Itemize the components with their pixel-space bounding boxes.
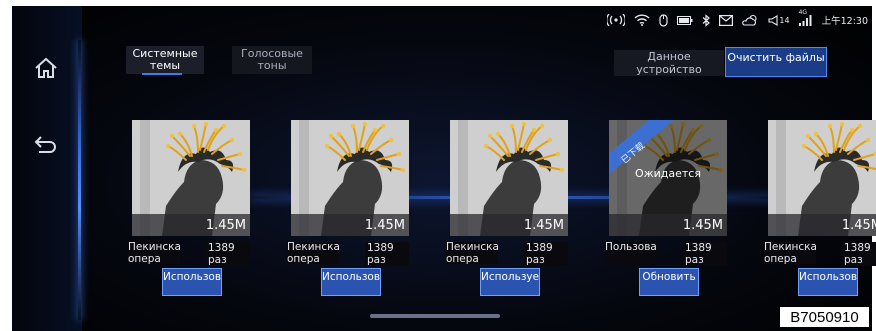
theme-name: Пекинская опера bbox=[764, 242, 816, 264]
frame-top bbox=[0, 0, 876, 6]
battery-icon bbox=[677, 15, 693, 25]
weather-icon bbox=[742, 14, 757, 26]
theme-manager-screen: 14 4G 上午12:30 Системные темы Голосовые т… bbox=[0, 0, 876, 331]
tab-label: Системные темы bbox=[132, 47, 198, 72]
back-icon bbox=[34, 136, 56, 153]
message-icon bbox=[719, 14, 734, 26]
theme-thumbnail: 1.45M bbox=[291, 120, 409, 236]
usage-count: 1389 раз bbox=[524, 242, 568, 266]
theme-thumbnail: 1.45M 已下载 Ожидается bbox=[609, 120, 727, 236]
volume-indicator: 14 bbox=[768, 14, 790, 26]
wifi-icon bbox=[634, 14, 650, 26]
theme-name: Пекинская опера bbox=[287, 242, 339, 264]
back-button[interactable] bbox=[28, 126, 64, 162]
theme-size: 1.45M bbox=[841, 218, 876, 233]
theme-size: 1.45M bbox=[205, 218, 246, 233]
volume-level: 14 bbox=[779, 15, 790, 25]
signal-indicator: 4G bbox=[798, 9, 813, 26]
home-button[interactable] bbox=[28, 50, 64, 86]
theme-name: Пекинская опера bbox=[128, 242, 180, 264]
theme-card[interactable]: 1.45M Пекинская опера 1389 раз Использов… bbox=[128, 120, 250, 296]
theme-thumbnail: 1.45M bbox=[450, 120, 568, 236]
usage-count: 1389 раз bbox=[365, 242, 409, 266]
theme-name: Пользовательские bbox=[605, 242, 657, 264]
sidebar-divider bbox=[78, 40, 81, 320]
theme-card[interactable]: 1.45M Пекинская опера 1389 раз Используе… bbox=[446, 120, 568, 296]
update-button[interactable]: Обновить bbox=[639, 268, 699, 296]
active-tab-indicator bbox=[142, 73, 182, 75]
bluetooth-icon bbox=[703, 13, 711, 27]
theme-action-button[interactable]: Использовать bbox=[162, 268, 222, 296]
theme-card[interactable]: 1.45M Пекинская опера 1389 раз Использов… bbox=[287, 120, 409, 296]
theme-action-button[interactable]: Используется bbox=[480, 268, 540, 296]
storage-usage-text: Данное устройство занимает 20 Мб bbox=[614, 50, 724, 76]
mouse-icon bbox=[659, 13, 669, 27]
theme-thumbnail: 1.45M bbox=[768, 120, 876, 236]
reference-code: B7050910 bbox=[779, 306, 870, 328]
tab-system-themes[interactable]: Системные темы bbox=[126, 46, 204, 74]
frame-left bbox=[0, 0, 12, 331]
clear-files-button[interactable]: Очистить файлы bbox=[725, 47, 827, 77]
tab-voice-tones[interactable]: Голосовые тоны bbox=[232, 46, 312, 74]
theme-size: 1.45M bbox=[523, 218, 564, 233]
theme-name: Пекинская опера bbox=[446, 242, 498, 264]
usage-count: 1389 раз bbox=[206, 242, 250, 266]
radio-icon bbox=[607, 14, 626, 26]
theme-size: 1.45M bbox=[364, 218, 405, 233]
signal-label: 4G bbox=[798, 9, 808, 16]
volume-icon bbox=[768, 14, 778, 26]
theme-card[interactable]: 1.45M Пекинская опера 1389 раз Использов… bbox=[764, 120, 876, 296]
theme-action-button[interactable]: Использовать bbox=[798, 268, 858, 296]
status-bar: 14 4G 上午12:30 bbox=[607, 9, 868, 30]
theme-action-button[interactable]: Использовать bbox=[321, 268, 381, 296]
clock: 上午12:30 bbox=[821, 16, 868, 27]
usage-count: 1389 раз bbox=[842, 242, 876, 266]
horizontal-scrollbar[interactable] bbox=[370, 314, 500, 318]
waiting-status: Ожидается bbox=[635, 167, 701, 180]
theme-thumbnail: 1.45M bbox=[132, 120, 250, 236]
theme-card[interactable]: 1.45M 已下载Ожидается Пользовательские 1389… bbox=[605, 120, 727, 296]
theme-size: 1.45M bbox=[682, 218, 723, 233]
home-icon bbox=[35, 57, 57, 78]
usage-count: 1389 раз bbox=[683, 242, 727, 266]
tab-label: Голосовые тоны bbox=[241, 47, 303, 72]
